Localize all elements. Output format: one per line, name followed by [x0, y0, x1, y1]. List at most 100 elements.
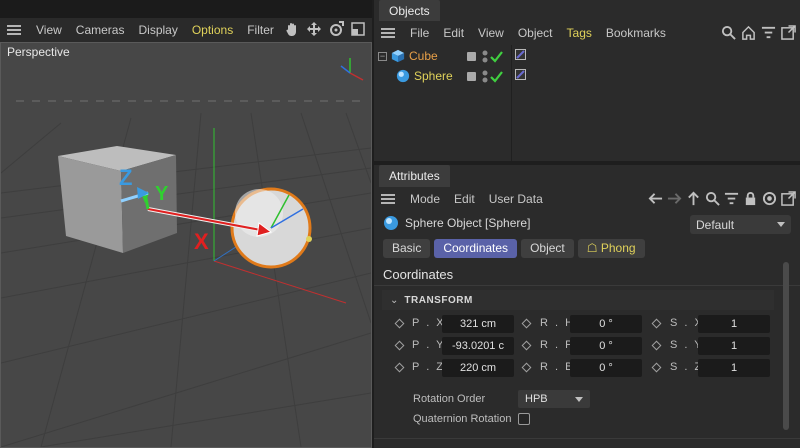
viewport-scene: X Y Z — [1, 58, 371, 447]
viewport-menubar: View Cameras Display Options Filter > — [0, 18, 372, 42]
object-tree: − Cube Sphere — [374, 45, 512, 161]
tab-attributes[interactable]: Attributes — [379, 165, 450, 187]
chevron-down-icon — [575, 396, 583, 402]
rotation-order-value: HPB — [525, 393, 548, 405]
menu-tags[interactable]: Tags — [560, 26, 599, 40]
y-axis-label: Y — [155, 183, 169, 205]
sphere-object-icon — [396, 69, 410, 83]
menu-cameras[interactable]: Cameras — [69, 18, 132, 42]
field-pz[interactable]: 220 cm — [442, 359, 514, 377]
preset-dropdown[interactable]: Default — [690, 215, 791, 234]
keyframe-diamond-icon[interactable] — [521, 318, 532, 329]
hamburger-menu-icon[interactable] — [381, 28, 395, 38]
visibility-editor-icon — [482, 50, 488, 56]
menu-bookmarks[interactable]: Bookmarks — [599, 26, 673, 40]
tab-coordinates[interactable]: Coordinates — [434, 239, 518, 258]
search-icon[interactable] — [721, 25, 736, 40]
search-icon[interactable] — [705, 191, 720, 206]
up-arrow-icon[interactable] — [686, 191, 701, 206]
transform-group-header[interactable]: ⌄ TRANSFORM — [382, 290, 774, 310]
tab-phong[interactable]: ☖ Phong — [577, 239, 645, 258]
object-name-cube[interactable]: Cube — [409, 49, 438, 63]
object-tags-column — [512, 45, 800, 161]
pan-hand-icon[interactable] — [284, 21, 300, 37]
keyframe-diamond-icon[interactable] — [394, 340, 405, 351]
record-icon[interactable] — [762, 191, 777, 206]
object-flags — [467, 50, 503, 83]
menu-mode[interactable]: Mode — [403, 192, 447, 206]
keyframe-diamond-icon[interactable] — [394, 318, 405, 329]
field-rp[interactable]: 0 ° — [570, 337, 642, 355]
object-title: Sphere Object [Sphere] — [405, 216, 531, 230]
menu-options[interactable]: Options — [185, 18, 240, 42]
menu-edit[interactable]: Edit — [447, 192, 482, 206]
new-window-icon[interactable] — [781, 191, 796, 206]
menu-display[interactable]: Display — [131, 18, 184, 42]
move-arrows-icon[interactable] — [306, 21, 322, 37]
field-rh[interactable]: 0 ° — [570, 315, 642, 333]
menu-view[interactable]: View — [29, 18, 69, 42]
tab-object[interactable]: Object — [521, 239, 574, 258]
keyframe-diamond-icon[interactable] — [521, 340, 532, 351]
section-header: Coordinates — [374, 262, 800, 286]
hamburger-menu-icon[interactable] — [7, 25, 21, 35]
rotation-order-label: Rotation Order — [413, 393, 486, 405]
menu-object[interactable]: Object — [511, 26, 560, 40]
field-sy[interactable]: 1 — [698, 337, 770, 355]
tab-phong-label: Phong — [600, 241, 636, 255]
rotate-view-icon[interactable] — [328, 21, 344, 37]
collapse-toggle-icon[interactable]: − — [378, 51, 387, 61]
chevron-down-icon — [777, 222, 785, 227]
keyframe-diamond-icon[interactable] — [394, 362, 405, 373]
menu-filter[interactable]: Filter — [240, 18, 281, 42]
attributes-object-header: Sphere Object [Sphere] — [383, 215, 530, 231]
menu-view[interactable]: View — [471, 26, 511, 40]
z-axis-label: Z — [119, 165, 132, 190]
attribute-tabs: Basic Coordinates Object ☖ Phong — [383, 239, 645, 258]
rotation-order-dropdown[interactable]: HPB — [518, 390, 590, 408]
phong-tag-icons[interactable] — [515, 49, 527, 83]
tree-item-sphere[interactable]: Sphere — [396, 69, 453, 83]
filter-icon[interactable] — [761, 25, 776, 40]
new-window-icon[interactable] — [781, 25, 796, 40]
attributes-footer — [374, 438, 800, 448]
menu-file[interactable]: File — [403, 26, 436, 40]
phong-tag-icon: ☖ — [586, 241, 601, 255]
filter-icon[interactable] — [724, 191, 739, 206]
enabled-check-icon — [490, 51, 503, 63]
forward-arrow-icon[interactable] — [667, 191, 682, 206]
maximize-view-icon[interactable] — [350, 21, 366, 37]
keyframe-diamond-icon[interactable] — [651, 362, 662, 373]
field-sx[interactable]: 1 — [698, 315, 770, 333]
tab-basic[interactable]: Basic — [383, 239, 431, 258]
hamburger-menu-icon[interactable] — [381, 194, 395, 204]
attributes-toolbar-icons — [648, 191, 796, 206]
quaternion-checkbox[interactable] — [518, 413, 530, 425]
field-py[interactable]: -93.0201 c — [442, 337, 514, 355]
chevron-down-icon: ⌄ — [390, 294, 399, 306]
object-name-sphere[interactable]: Sphere — [414, 69, 453, 83]
preset-value: Default — [696, 217, 735, 232]
menu-user-data[interactable]: User Data — [482, 192, 550, 206]
tab-objects[interactable]: Objects — [379, 0, 440, 22]
keyframe-diamond-icon[interactable] — [651, 318, 662, 329]
app-window: View Cameras Display Options Filter > Pe… — [0, 0, 800, 448]
back-arrow-icon[interactable] — [648, 191, 663, 206]
field-sz[interactable]: 1 — [698, 359, 770, 377]
field-rb[interactable]: 0 ° — [570, 359, 642, 377]
label-pz: P . Z — [412, 361, 446, 373]
lock-icon[interactable] — [743, 191, 758, 206]
tree-item-cube[interactable]: − Cube — [378, 49, 438, 63]
group-title: TRANSFORM — [404, 294, 473, 306]
viewport-nav-icons — [284, 21, 366, 37]
field-px[interactable]: 321 cm — [442, 315, 514, 333]
keyframe-diamond-icon[interactable] — [651, 340, 662, 351]
menu-edit[interactable]: Edit — [436, 26, 471, 40]
quaternion-label: Quaternion Rotation — [413, 413, 512, 425]
perspective-viewport[interactable]: Perspective X Y Z — [0, 42, 372, 448]
x-axis-label: X — [194, 229, 209, 254]
label-py: P . Y — [412, 339, 446, 351]
attributes-scrollbar[interactable] — [783, 262, 789, 430]
home-icon[interactable] — [741, 25, 756, 40]
keyframe-diamond-icon[interactable] — [521, 362, 532, 373]
